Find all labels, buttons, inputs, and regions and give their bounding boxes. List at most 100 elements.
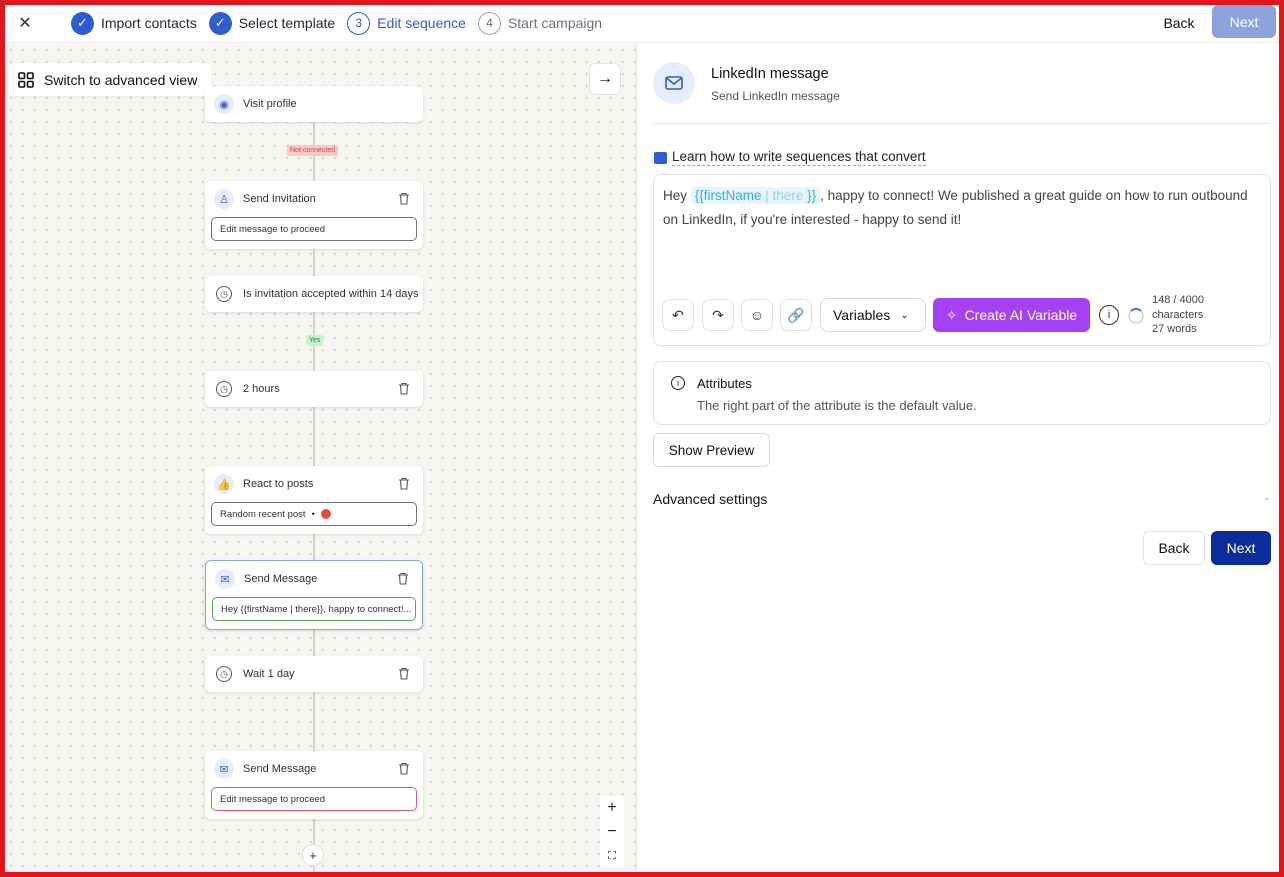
advanced-settings-label: Advanced settings: [653, 491, 768, 507]
top-bar: ✕ ✓ Import contacts ✓ Select template 3 …: [5, 5, 1279, 43]
node-wait[interactable]: ◷ Wait 1 day: [205, 656, 423, 692]
node-title: Send Message: [244, 573, 318, 585]
variable-chip[interactable]: {{firstName | there }}: [690, 187, 821, 204]
trash-icon[interactable]: [398, 477, 410, 490]
step-select-template[interactable]: ✓ Select template: [208, 11, 336, 35]
message-text[interactable]: Hey {{firstName | there }}, happy to con…: [663, 184, 1253, 232]
trash-icon[interactable]: [398, 192, 410, 205]
emoji-icon[interactable]: ☺: [741, 299, 773, 331]
film-icon: [654, 151, 667, 164]
panel-subtitle: Send LinkedIn message: [711, 89, 840, 103]
node-title: Is invitation accepted within 14 days: [243, 288, 419, 300]
switch-advanced-view-label: Switch to advanced view: [44, 71, 198, 88]
sparkle-icon: ✧: [945, 306, 958, 323]
eye-icon: ◉: [214, 94, 234, 114]
arrow-right-icon[interactable]: →: [589, 63, 621, 95]
message-counts: 148 / 4000 characters 27 words: [1152, 293, 1204, 337]
attributes-description: The right part of the attribute is the d…: [697, 398, 977, 413]
char-count: 148 / 4000: [1152, 294, 1204, 306]
message-editor[interactable]: Hey {{firstName | there }}, happy to con…: [653, 174, 1271, 346]
clock-icon: ◷: [216, 286, 232, 302]
create-ai-variable-button[interactable]: ✧ Create AI Variable: [933, 298, 1090, 332]
node-title: 2 hours: [243, 383, 280, 395]
node-title: Wait 1 day: [243, 668, 295, 680]
node-delay[interactable]: ◷ 2 hours: [205, 371, 423, 407]
message-field[interactable]: Edit message to proceed: [211, 217, 417, 241]
trash-icon[interactable]: [397, 572, 409, 585]
node-send-invitation[interactable]: ♙ Send Invitation Edit message to procee…: [205, 181, 423, 249]
attachment-icon[interactable]: 🔗: [780, 299, 812, 331]
divider: [653, 123, 1269, 124]
dot-separator: •: [311, 508, 315, 520]
node-condition[interactable]: ◷ Is invitation accepted within 14 days: [205, 276, 423, 312]
add-step-button[interactable]: +: [302, 844, 324, 866]
variable-default: | there: [761, 188, 808, 203]
trash-icon[interactable]: [398, 382, 410, 395]
variable-open: {{firstName: [694, 188, 762, 203]
panel-title: LinkedIn message: [711, 66, 829, 82]
node-title: React to posts: [243, 478, 314, 490]
info-icon[interactable]: i: [1099, 305, 1119, 325]
step-label: Select template: [238, 15, 336, 31]
trash-icon[interactable]: [398, 667, 410, 680]
envelope-icon: ✉: [214, 759, 234, 779]
chevron-down-icon: ⌄: [1262, 492, 1271, 503]
check-icon: ✓: [71, 11, 94, 35]
attributes-box: i Attributes The right part of the attri…: [653, 361, 1271, 425]
reaction-field-label: Random recent post: [220, 508, 306, 520]
not-connected-tag: Not connected: [287, 145, 339, 156]
sequence-canvas[interactable]: Switch to advanced view → Not connected …: [5, 44, 637, 872]
stepper: ✓ Import contacts ✓ Select template 3 Ed…: [71, 10, 614, 36]
char-unit: characters: [1152, 308, 1204, 321]
node-title: Send Message: [243, 763, 317, 775]
variables-dropdown[interactable]: Variables ⌄: [820, 298, 926, 332]
clock-icon: ◷: [216, 381, 232, 397]
learn-link-label: Learn how to write sequences that conver…: [672, 149, 926, 166]
show-preview-button[interactable]: Show Preview: [653, 433, 770, 467]
variables-label: Variables: [833, 307, 891, 323]
zoom-out-button[interactable]: −: [600, 820, 624, 844]
node-title: Visit profile: [243, 98, 297, 110]
switch-advanced-view-button[interactable]: Switch to advanced view: [8, 63, 211, 96]
attributes-title: Attributes: [697, 376, 752, 391]
reaction-field[interactable]: Random recent post •: [211, 502, 417, 526]
message-prefix: Hey: [663, 188, 691, 203]
redo-icon[interactable]: ↷: [702, 299, 734, 331]
heart-icon: [320, 509, 331, 519]
step-edit-sequence[interactable]: 3 Edit sequence: [347, 11, 466, 35]
advanced-settings-toggle[interactable]: Advanced settings ⌄: [653, 491, 1271, 509]
top-next-button[interactable]: Next: [1212, 5, 1276, 38]
close-icon[interactable]: ✕: [13, 11, 37, 35]
word-count: 27 words: [1152, 323, 1197, 335]
step-editor-panel: LinkedIn message Send LinkedIn message L…: [638, 44, 1279, 872]
undo-icon[interactable]: ↶: [662, 299, 694, 331]
back-button[interactable]: Back: [1143, 531, 1205, 565]
step-start-campaign[interactable]: 4 Start campaign: [477, 11, 602, 35]
message-field[interactable]: Hey {{firstName | there}}, happy to conn…: [212, 597, 416, 621]
step-number: 3: [347, 11, 371, 35]
step-import-contacts[interactable]: ✓ Import contacts: [71, 11, 197, 35]
node-send-message[interactable]: ✉ Send Message Edit message to proceed: [205, 751, 423, 819]
node-send-message-selected[interactable]: ✉ Send Message Hey {{firstName | there}}…: [205, 560, 423, 630]
chevron-down-icon: ⌄: [900, 309, 909, 321]
step-label: Edit sequence: [377, 15, 466, 31]
node-visit-profile[interactable]: ◉ Visit profile: [205, 86, 423, 122]
create-ai-variable-label: Create AI Variable: [964, 307, 1078, 323]
node-react-to-posts[interactable]: 👍 React to posts Random recent post •: [205, 466, 423, 534]
step-number: 4: [477, 11, 501, 35]
step-label: Import contacts: [101, 15, 197, 31]
envelope-icon: ✉: [215, 569, 235, 589]
progress-ring-icon: [1128, 308, 1144, 324]
next-button[interactable]: Next: [1211, 531, 1271, 565]
top-back-button[interactable]: Back: [1149, 8, 1209, 38]
clock-icon: ◷: [216, 666, 232, 682]
user-plus-icon: ♙: [214, 189, 234, 209]
node-title: Send Invitation: [243, 193, 316, 205]
message-field[interactable]: Edit message to proceed: [211, 787, 417, 811]
check-icon: ✓: [208, 11, 232, 35]
envelope-icon: [653, 62, 695, 104]
trash-icon[interactable]: [398, 762, 410, 775]
fit-view-icon[interactable]: ⛶: [600, 844, 624, 868]
zoom-in-button[interactable]: +: [600, 796, 624, 820]
learn-link[interactable]: Learn how to write sequences that conver…: [654, 149, 926, 166]
